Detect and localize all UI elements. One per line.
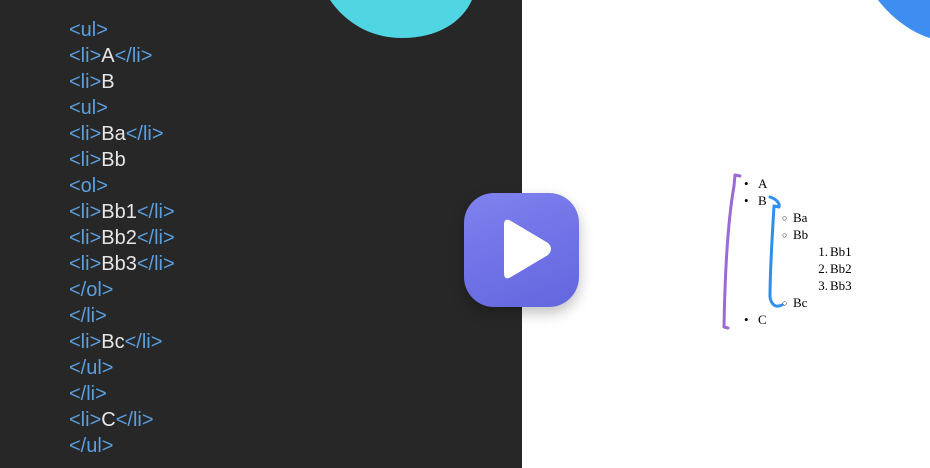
code-tag: </ul> (69, 357, 114, 379)
rendered-preview-panel: • A • B ○ Ba ○ Bb 1. Bb1 2. Bb2 3. Bb3 ○ Bc • C (522, 0, 930, 468)
code-line: </ol> (69, 277, 175, 303)
code-text: Bb1 (101, 201, 137, 223)
list-item: 2. Bb2 (814, 260, 852, 277)
code-line: </ul> (69, 433, 175, 459)
code-tag: </li> (115, 409, 154, 431)
code-line: <li>Bc</li> (69, 329, 175, 355)
code-tag: </li> (136, 201, 175, 223)
code-tag: </ul> (69, 435, 114, 457)
play-button[interactable] (464, 193, 579, 307)
code-tag: </li> (69, 305, 107, 327)
ordered-number: 1. (818, 244, 828, 259)
list-item: ○ Bc (782, 294, 807, 311)
list-item-label: Bb1 (830, 244, 852, 259)
list-item: ○ Ba (782, 209, 807, 226)
list-item: 3. Bb3 (814, 277, 852, 294)
circle-bullet: ○ (782, 213, 788, 223)
code-tag: <ol> (69, 175, 108, 197)
code-tag: </ol> (69, 279, 114, 301)
code-tag: <li> (69, 123, 102, 145)
code-line: </li> (69, 303, 175, 329)
list-item-label: C (758, 312, 767, 327)
code-tag: </li> (69, 383, 107, 405)
code-tag: </li> (136, 253, 175, 275)
code-text: Bb2 (101, 227, 137, 249)
code-tag: <li> (69, 227, 102, 249)
list-item-label: Bb (793, 227, 809, 242)
code-tag: <ul> (69, 97, 108, 119)
code-tag: <li> (69, 409, 102, 431)
code-text: Ba (101, 123, 126, 145)
list-item: • B (744, 192, 767, 209)
ordered-number: 2. (818, 261, 828, 276)
list-item-label: Ba (793, 210, 808, 225)
code-tag: <li> (69, 331, 102, 353)
list-item-label: Bb2 (830, 261, 852, 276)
code-tag: <ul> (69, 19, 108, 41)
circle-bullet: ○ (782, 298, 788, 308)
code-line: <li>Bb3</li> (69, 251, 175, 277)
list-item-label: Bc (793, 295, 808, 310)
code-text: Bb3 (101, 253, 137, 275)
code-tag: <li> (69, 149, 102, 171)
code-line: <li>A</li> (69, 43, 175, 69)
code-line: <li>Ba</li> (69, 121, 175, 147)
code-line: <ul> (69, 17, 175, 43)
list-item: ○ Bb (782, 226, 808, 243)
circle-bullet: ○ (782, 230, 788, 240)
code-text: Bb (101, 149, 126, 171)
code-editor-panel: <ul> <li>A</li> <li>B <ul> <li>Ba</li> <li>Bb… (0, 0, 522, 468)
code-tag: </li> (114, 45, 153, 67)
list-item-label: B (758, 193, 767, 208)
code-tag: </li> (125, 123, 164, 145)
code-tag: <li> (69, 71, 102, 93)
annotation-brackets (722, 173, 784, 330)
code-line: <ol> (69, 173, 175, 199)
code-tag: </li> (124, 331, 163, 353)
code-text: Bc (101, 331, 125, 353)
disc-bullet: • (744, 176, 749, 191)
code-text: C (101, 409, 116, 431)
list-item: • C (744, 311, 767, 328)
code-tag: <li> (69, 253, 102, 275)
code-line: <li>Bb2</li> (69, 225, 175, 251)
code-text: A (101, 45, 115, 67)
list-item: • A (744, 175, 767, 192)
code-line: <ul> (69, 95, 175, 121)
code-line: <li>B (69, 69, 175, 95)
code-line: </ul> (69, 355, 175, 381)
code-line: <li>Bb (69, 147, 175, 173)
play-icon (504, 219, 551, 279)
code-tag: <li> (69, 201, 102, 223)
ordered-number: 3. (818, 278, 828, 293)
code-tag: <li> (69, 45, 102, 67)
disc-bullet: • (744, 312, 749, 327)
code-listing: <ul> <li>A</li> <li>B <ul> <li>Ba</li> <li>Bb… (69, 17, 175, 459)
code-line: <li>C</li> (69, 407, 175, 433)
list-item: 1. Bb1 (814, 243, 852, 260)
code-text: B (101, 71, 115, 93)
code-line: </li> (69, 381, 175, 407)
disc-bullet: • (744, 193, 749, 208)
code-line: <li>Bb1</li> (69, 199, 175, 225)
code-tag: </li> (136, 227, 175, 249)
list-item-label: Bb3 (830, 278, 852, 293)
list-item-label: A (758, 176, 768, 191)
